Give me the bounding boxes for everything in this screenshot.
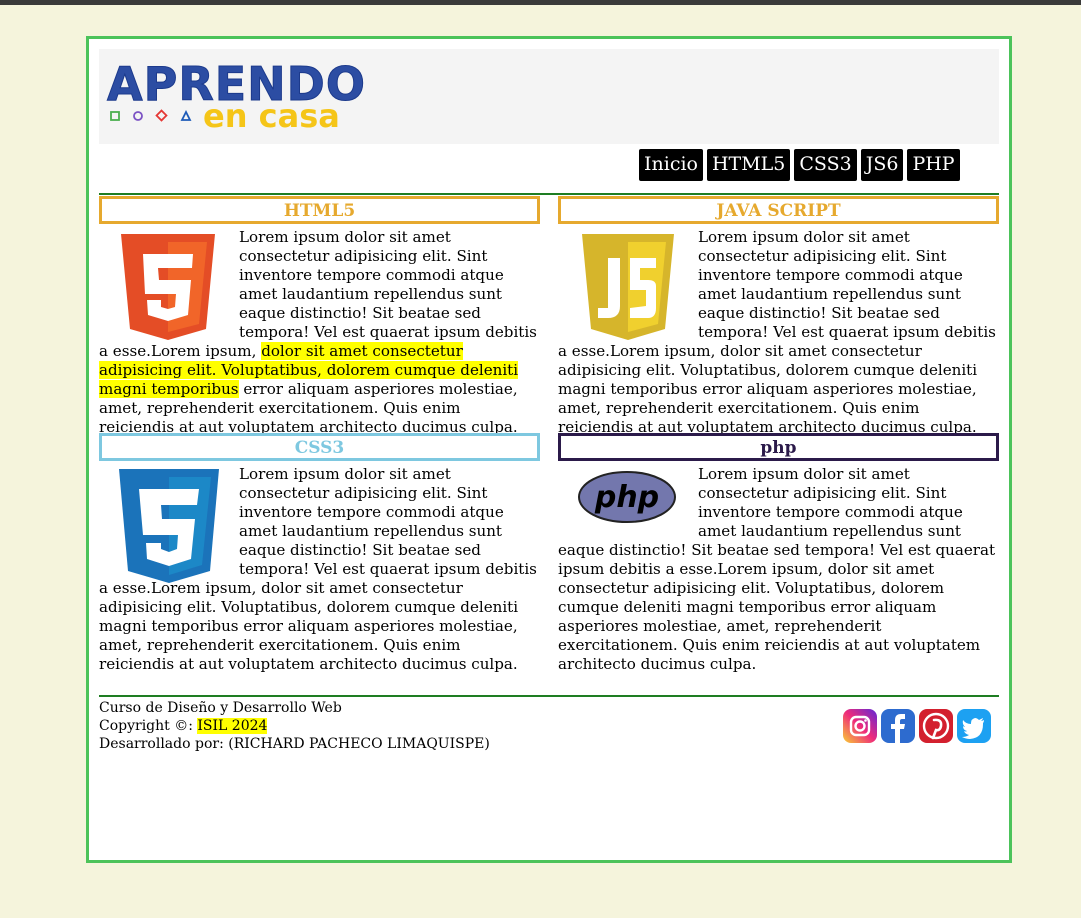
footer: Curso de Diseño y Desarrollo Web Copyrig… (99, 699, 599, 753)
social-links (843, 709, 991, 743)
nav-php[interactable]: PHP (907, 149, 960, 181)
card-text-php: php Lorem ipsum dolor sit amet consectet… (558, 465, 996, 673)
divider-bottom (99, 695, 999, 697)
svg-text:php: php (594, 480, 659, 515)
nav-css3[interactable]: CSS3 (794, 149, 857, 181)
card-text-css3: Lorem ipsum dolor sit amet consectetur a… (99, 465, 537, 673)
facebook-icon[interactable] (881, 709, 915, 743)
php-logo-icon: php (558, 467, 692, 541)
main-nav: Inicio HTML5 CSS3 JS6 PHP (639, 149, 960, 181)
card-title-css3: CSS3 (99, 433, 540, 461)
card-css3: CSS3 Lorem ipsum dolor sit amet consecte… (99, 433, 540, 674)
pinterest-icon[interactable] (919, 709, 953, 743)
browser-top-bar (0, 0, 1081, 5)
divider-top (99, 193, 999, 195)
css3-logo-icon (99, 467, 233, 583)
footer-author: Desarrollado por: (RICHARD PACHECO LIMAQ… (99, 736, 490, 752)
logo-shapes-icon (110, 109, 192, 122)
footer-copyright: Copyright ©: ISIL 2024 (99, 718, 268, 734)
card-text-javascript: Lorem ipsum dolor sit amet consectetur a… (558, 228, 996, 436)
html5-logo-icon (99, 230, 233, 342)
card-title-javascript: JAVA SCRIPT (558, 196, 999, 224)
page-container: APRENDO en casa Inicio HTML5 CSS3 JS6 PH… (86, 36, 1012, 863)
footer-course: Curso de Diseño y Desarrollo Web (99, 700, 342, 716)
header: APRENDO en casa (99, 49, 999, 144)
nav-html5[interactable]: HTML5 (706, 149, 791, 181)
card-html5: HTML5 Lorem ipsum dolor sit amet consect… (99, 196, 540, 437)
card-title-php: php (558, 433, 999, 461)
card-php: php php Lorem ipsum dolor sit amet conse… (558, 433, 999, 674)
card-text-html5: Lorem ipsum dolor sit amet consectetur a… (99, 228, 537, 436)
aprendo-en-casa-logo[interactable]: APRENDO en casa (107, 57, 366, 137)
twitter-icon[interactable] (957, 709, 991, 743)
card-title-html5: HTML5 (99, 196, 540, 224)
nav-inicio[interactable]: Inicio (639, 149, 703, 181)
instagram-icon[interactable] (843, 709, 877, 743)
card-javascript: JAVA SCRIPT Lorem ipsum dolor sit amet c… (558, 196, 999, 437)
copyright-highlight: ISIL 2024 (197, 718, 268, 734)
nav-js6[interactable]: JS6 (860, 149, 904, 181)
logo-subtitle: en casa (203, 97, 340, 135)
javascript-logo-icon (558, 230, 692, 342)
